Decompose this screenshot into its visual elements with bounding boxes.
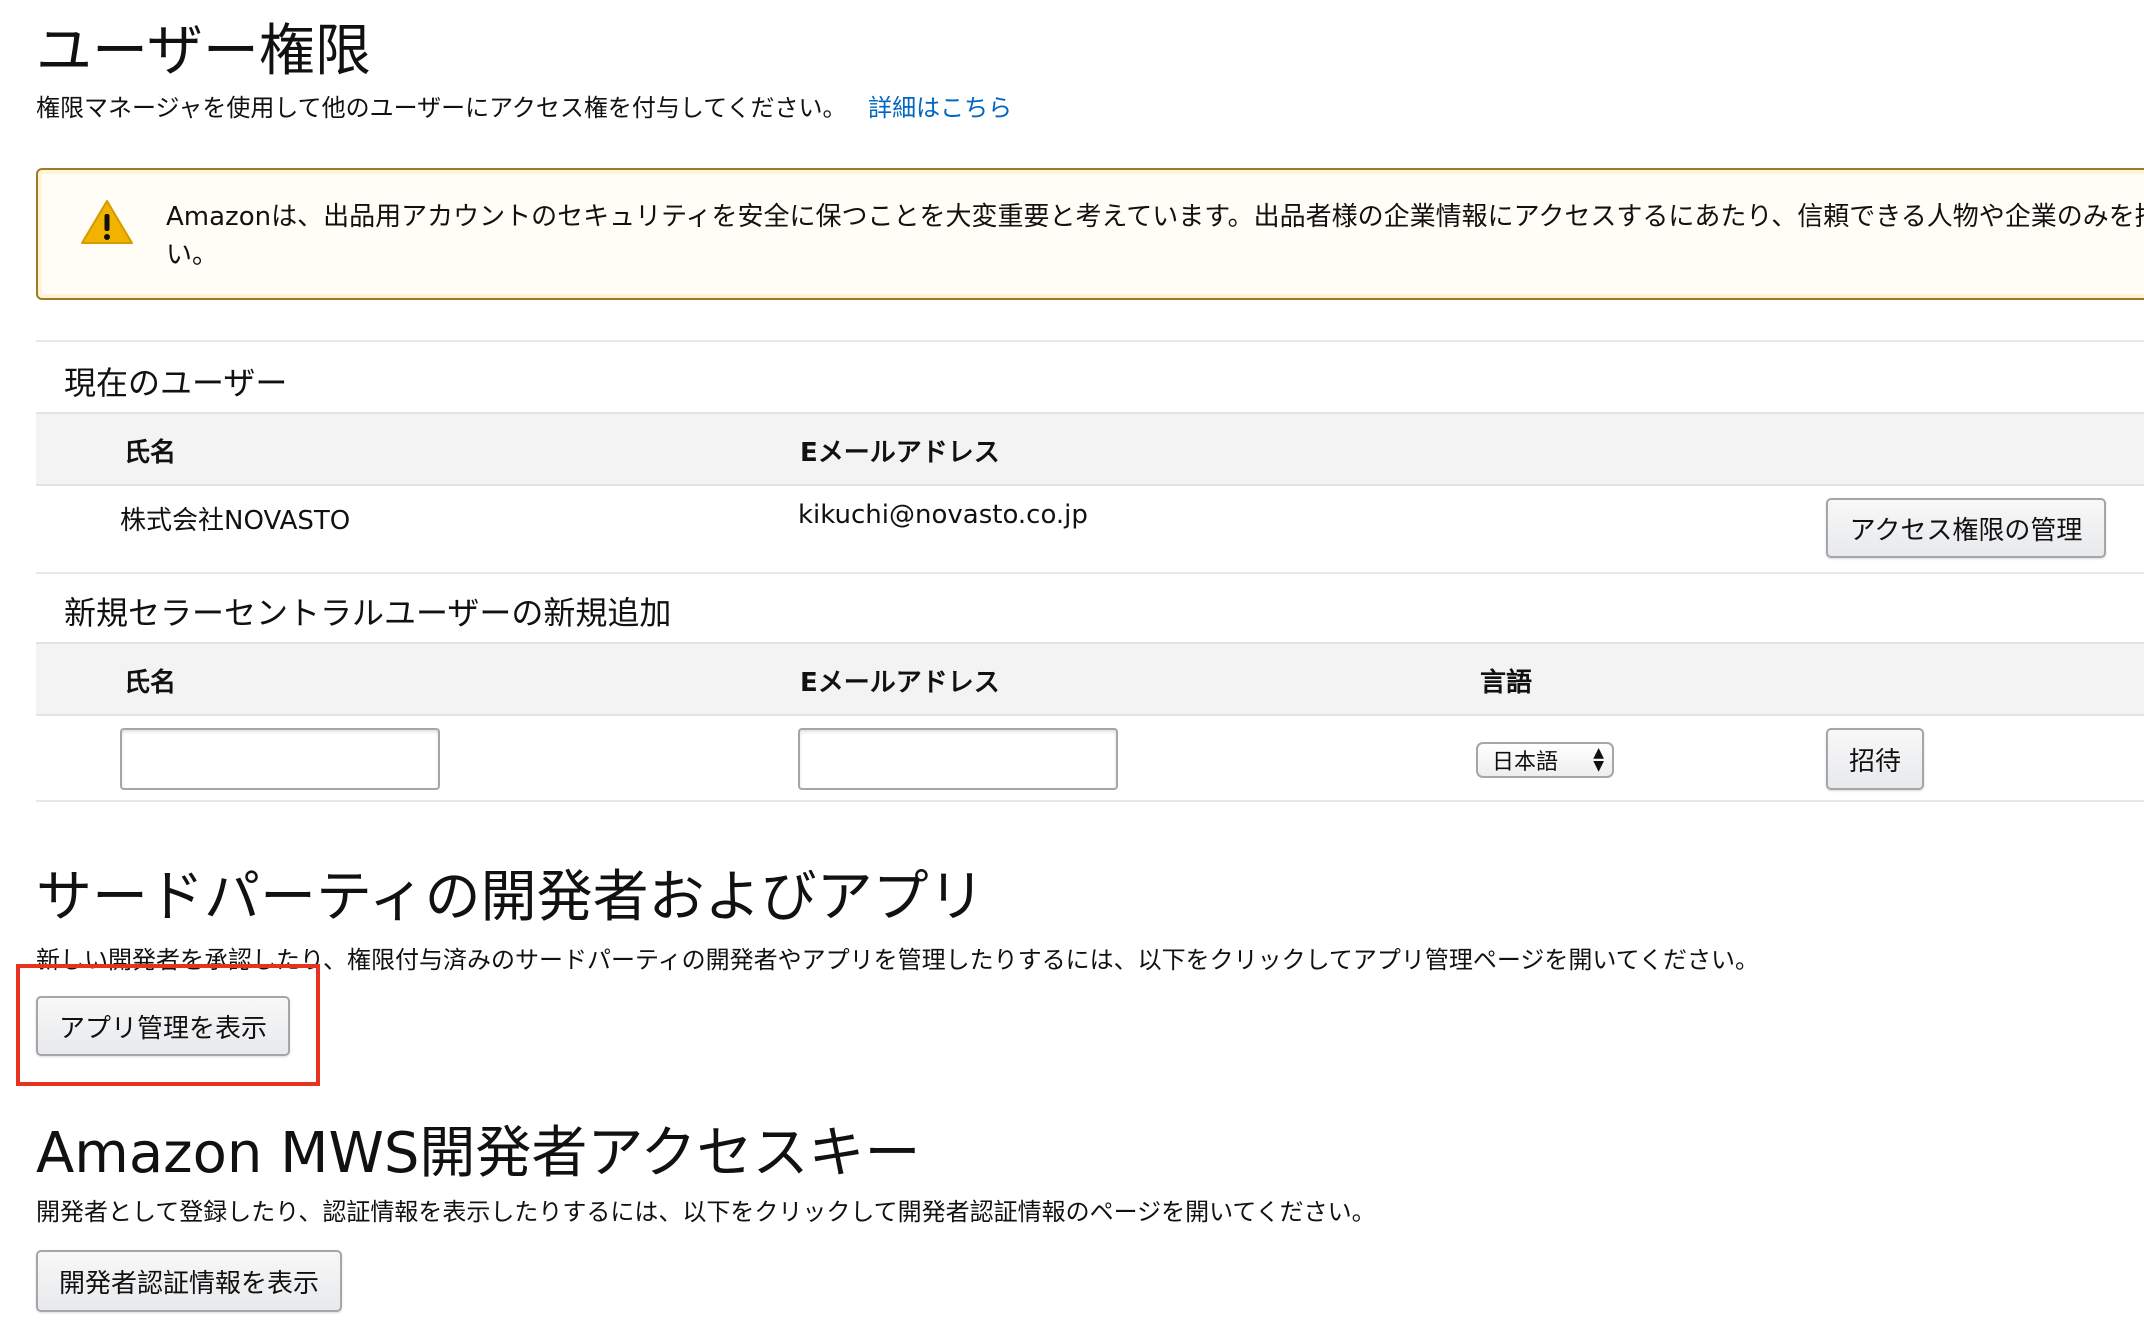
row-divider — [36, 572, 2144, 574]
details-link[interactable]: 詳細はこちら — [868, 94, 1012, 122]
alert-message: Amazonは、出品用アカウントのセキュリティを安全に保つことを大変重要と考えて… — [166, 198, 2144, 274]
security-alert: Amazonは、出品用アカウントのセキュリティを安全に保つことを大変重要と考えて… — [36, 168, 2144, 300]
page-description: 権限マネージャを使用して他のユーザーにアクセス権を付与してください。 詳細はこち… — [36, 94, 1012, 123]
table-row: 株式会社NOVASTO kikuchi@novasto.co.jp アクセス権限… — [36, 484, 2144, 572]
column-header-language: 言語 — [1480, 668, 1533, 698]
view-app-management-button[interactable]: アプリ管理を表示 — [36, 996, 290, 1056]
column-header-name: 氏名 — [124, 668, 177, 698]
warning-icon — [80, 198, 134, 246]
column-header-email: Eメールアドレス — [800, 668, 1000, 698]
language-select[interactable]: 日本語 ▲ ▼ — [1476, 742, 1614, 778]
row-divider — [36, 800, 2144, 802]
manage-access-button[interactable]: アクセス権限の管理 — [1826, 498, 2106, 558]
new-user-row: 日本語 ▲ ▼ 招待 — [36, 714, 2144, 800]
view-developer-credentials-button[interactable]: 開発者認証情報を表示 — [36, 1250, 342, 1312]
user-email: kikuchi@novasto.co.jp — [798, 500, 1088, 530]
new-user-title: 新規セラーセントラルユーザーの新規追加 — [64, 594, 672, 632]
column-header-name: 氏名 — [124, 438, 177, 468]
page-title: ユーザー権限 — [36, 19, 371, 84]
mws-description: 開発者として登録したり、認証情報を表示したりするには、以下をクリックして開発者認… — [36, 1198, 1376, 1226]
section-divider — [36, 340, 2144, 342]
name-input[interactable] — [120, 728, 440, 790]
column-header-email: Eメールアドレス — [800, 438, 1000, 468]
email-input[interactable] — [798, 728, 1118, 790]
alert-text-line2: い。 — [166, 240, 219, 270]
alert-text-line1: Amazonは、出品用アカウントのセキュリティを安全に保つことを大変重要と考えて… — [166, 202, 2144, 232]
current-users-title: 現在のユーザー — [64, 364, 288, 402]
third-party-title: サードパーティの開発者およびアプリ — [36, 865, 985, 930]
mws-title: Amazon MWS開発者アクセスキー — [36, 1121, 921, 1186]
new-user-header: 氏名 Eメールアドレス 言語 — [36, 642, 2144, 716]
third-party-description: 新しい開発者を承認したり、権限付与済みのサードパーティの開発者やアプリを管理した… — [36, 946, 1759, 974]
page-description-text: 権限マネージャを使用して他のユーザーにアクセス権を付与してください。 — [36, 94, 847, 122]
select-arrows-icon: ▲ ▼ — [1593, 745, 1604, 774]
current-users-header: 氏名 Eメールアドレス — [36, 412, 2144, 486]
user-name: 株式会社NOVASTO — [120, 506, 351, 536]
language-selected-value: 日本語 — [1492, 750, 1559, 775]
invite-button[interactable]: 招待 — [1826, 728, 1924, 790]
